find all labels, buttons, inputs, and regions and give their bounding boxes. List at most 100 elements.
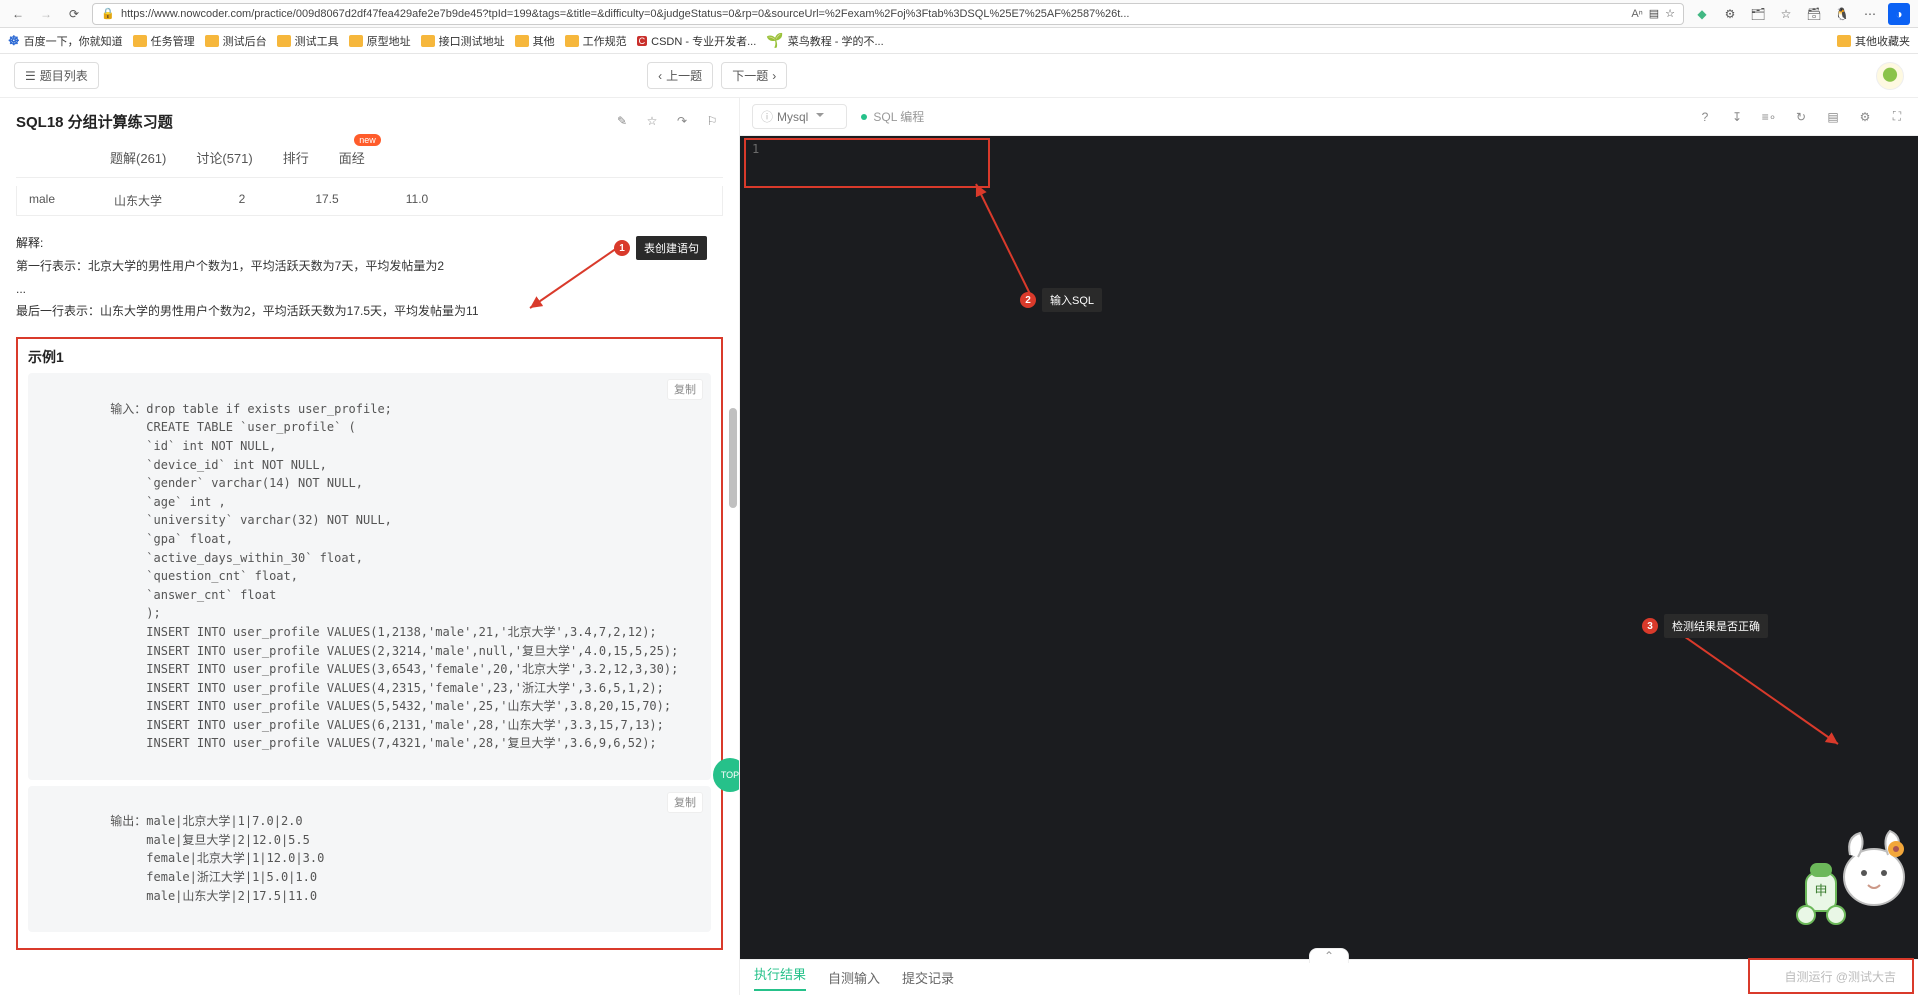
folder-icon bbox=[565, 35, 579, 47]
cell-count: 2 bbox=[202, 186, 282, 215]
bookmark-other[interactable]: 其他 bbox=[515, 33, 555, 49]
annotation-highlight-input bbox=[744, 138, 990, 188]
read-aloud-icon[interactable]: Aⁿ bbox=[1631, 8, 1642, 20]
bookmark-runoob[interactable]: 🌱菜鸟教程 - 学的不... bbox=[766, 32, 883, 49]
annotation-label-1: 表创建语句 bbox=[636, 236, 707, 260]
annotation-arrow-2 bbox=[940, 176, 1060, 306]
extensions-icon[interactable]: ⚙ bbox=[1720, 4, 1740, 24]
folder-icon bbox=[421, 35, 435, 47]
settings-icon[interactable]: ⚙ bbox=[1856, 108, 1874, 126]
example-input-text: drop table if exists user_profile; CREAT… bbox=[146, 400, 678, 753]
scroll-top-button[interactable]: TOP bbox=[713, 758, 739, 792]
profile-icon[interactable]: ◑ bbox=[1888, 3, 1910, 25]
csdn-icon: C bbox=[637, 36, 648, 46]
address-bar[interactable]: 🔒 https://www.nowcoder.com/practice/009d… bbox=[92, 3, 1684, 25]
new-badge: new bbox=[354, 134, 381, 146]
prev-problem-button[interactable]: ‹上一题 bbox=[647, 62, 713, 89]
result-tabs: ⌃ 执行结果 自测输入 提交记录 自测运行 @测试大吉 bbox=[740, 959, 1918, 995]
forward-button[interactable]: → bbox=[36, 4, 56, 24]
menu-icon[interactable]: ⋯ bbox=[1860, 4, 1880, 24]
cell-university: 山东大学 bbox=[102, 186, 202, 215]
collapse-handle[interactable]: ⌃ bbox=[1309, 948, 1349, 963]
cell-gender: male bbox=[17, 186, 102, 215]
tab-interview[interactable]: 面经 new bbox=[337, 142, 367, 177]
folder-icon bbox=[133, 35, 147, 47]
mode-label: SQL 编程 bbox=[861, 108, 924, 125]
favorite-icon[interactable]: ☆ bbox=[1665, 7, 1675, 20]
folder-icon bbox=[1837, 35, 1851, 47]
annotation-highlight-run bbox=[1748, 958, 1914, 994]
scrollbar-thumb[interactable] bbox=[729, 408, 737, 508]
tab-self-input[interactable]: 自测输入 bbox=[828, 968, 880, 987]
next-problem-button[interactable]: 下一题› bbox=[721, 62, 787, 89]
tab-solutions[interactable]: 题解(261) bbox=[108, 142, 168, 177]
lock-icon: 🔒 bbox=[101, 7, 115, 21]
favorites-icon[interactable]: ☆ bbox=[1776, 4, 1796, 24]
user-avatar[interactable] bbox=[1876, 62, 1904, 90]
bookmark-work-rules[interactable]: 工作规范 bbox=[565, 33, 627, 49]
copy-button[interactable]: 复制 bbox=[667, 379, 703, 400]
db-select[interactable]: ⓘ Mysql bbox=[752, 104, 847, 129]
addon1-icon[interactable]: 🗃 bbox=[1804, 4, 1824, 24]
editor-panel: ⓘ Mysql SQL 编程 ? ↧ ≡∘ ↻ ▤ ⚙ ⛶ 1 2 输入SQL bbox=[740, 98, 1918, 995]
note-icon[interactable]: ▤ bbox=[1824, 108, 1842, 126]
tab-problem[interactable]: 题目 bbox=[36, 142, 82, 177]
reset-icon[interactable]: ↻ bbox=[1792, 108, 1810, 126]
chevron-left-icon: ‹ bbox=[658, 69, 662, 83]
list-icon: ☰ bbox=[25, 69, 36, 83]
tab-discuss[interactable]: 讨论(571) bbox=[194, 142, 254, 177]
bookmark-csdn[interactable]: CCSDN - 专业开发者... bbox=[637, 33, 757, 49]
bookmark-test-tools[interactable]: 测试工具 bbox=[277, 33, 339, 49]
edit-icon[interactable]: ✎ bbox=[611, 110, 633, 132]
annotation-label-2: 输入SQL bbox=[1042, 288, 1102, 312]
folder-icon bbox=[205, 35, 219, 47]
annotation-marker-3: 3 bbox=[1642, 618, 1658, 634]
mascot-icon: 申 bbox=[1788, 815, 1908, 925]
runoob-icon: 🌱 bbox=[766, 32, 783, 49]
collections-icon[interactable]: 🗂 bbox=[1748, 4, 1768, 24]
share-icon[interactable]: ↷ bbox=[671, 110, 693, 132]
fullscreen-icon[interactable]: ⛶ bbox=[1888, 108, 1906, 126]
bookmark-tasks[interactable]: 任务管理 bbox=[133, 33, 195, 49]
problem-list-button[interactable]: ☰题目列表 bbox=[14, 62, 99, 89]
chevron-right-icon: › bbox=[772, 69, 776, 83]
help-icon[interactable]: ? bbox=[1696, 108, 1714, 126]
bookmark-proto[interactable]: 原型地址 bbox=[349, 33, 411, 49]
browser-toolbar: ← → ⟳ 🔒 https://www.nowcoder.com/practic… bbox=[0, 0, 1918, 28]
translate-icon[interactable]: ▤ bbox=[1649, 7, 1659, 20]
info-icon: ⓘ bbox=[761, 108, 773, 125]
reload-button[interactable]: ⟳ bbox=[64, 4, 84, 24]
bookmark-other-favorites[interactable]: 其他收藏夹 bbox=[1837, 33, 1910, 49]
download-icon[interactable]: ↧ bbox=[1728, 108, 1746, 126]
vue-devtools-icon[interactable]: ◆ bbox=[1692, 4, 1712, 24]
addon2-icon[interactable]: 🐧 bbox=[1832, 4, 1852, 24]
example-output-text: male|北京大学|1|7.0|2.0 male|复旦大学|2|12.0|5.5… bbox=[146, 812, 324, 905]
cell-avg-days: 17.5 bbox=[282, 186, 372, 215]
bookmark-test-admin[interactable]: 测试后台 bbox=[205, 33, 267, 49]
copy-button[interactable]: 复制 bbox=[667, 792, 703, 813]
star-icon[interactable]: ☆ bbox=[641, 110, 663, 132]
cell-avg-posts: 11.0 bbox=[372, 186, 462, 215]
feedback-icon[interactable]: ⚐ bbox=[701, 110, 723, 132]
explain-dots: ... bbox=[16, 278, 723, 301]
url-text: https://www.nowcoder.com/practice/009d80… bbox=[121, 8, 1625, 20]
example-block: 示例1 复制输入：drop table if exists user_profi… bbox=[16, 337, 723, 950]
back-button[interactable]: ← bbox=[8, 4, 28, 24]
tab-submissions[interactable]: 提交记录 bbox=[902, 968, 954, 987]
annotation-marker-2: 2 bbox=[1020, 292, 1036, 308]
tab-run-result[interactable]: 执行结果 bbox=[754, 964, 806, 991]
example-input-code: 复制输入：drop table if exists user_profile; … bbox=[28, 373, 711, 779]
code-editor[interactable]: 1 2 输入SQL 3 检测结果是否正确 bbox=[740, 136, 1918, 959]
tab-rank[interactable]: 排行 bbox=[281, 142, 311, 177]
problem-panel: SQL18 分组计算练习题 ✎ ☆ ↷ ⚐ 题目 题解(261) 讨论(571)… bbox=[0, 98, 740, 995]
bookmark-bar: ☸百度一下，你就知道 任务管理 测试后台 测试工具 原型地址 接口测试地址 其他… bbox=[0, 28, 1918, 54]
explain-line: 最后一行表示：山东大学的男性用户个数为2，平均活跃天数为17.5天，平均发帖量为… bbox=[16, 300, 723, 323]
bookmark-api-test[interactable]: 接口测试地址 bbox=[421, 33, 505, 49]
svg-text:申: 申 bbox=[1814, 883, 1827, 898]
bookmark-baidu[interactable]: ☸百度一下，你就知道 bbox=[8, 33, 123, 49]
dot-icon bbox=[861, 114, 867, 120]
folder-icon bbox=[349, 35, 363, 47]
format-icon[interactable]: ≡∘ bbox=[1760, 108, 1778, 126]
example-title: 示例1 bbox=[28, 347, 711, 367]
folder-icon bbox=[515, 35, 529, 47]
